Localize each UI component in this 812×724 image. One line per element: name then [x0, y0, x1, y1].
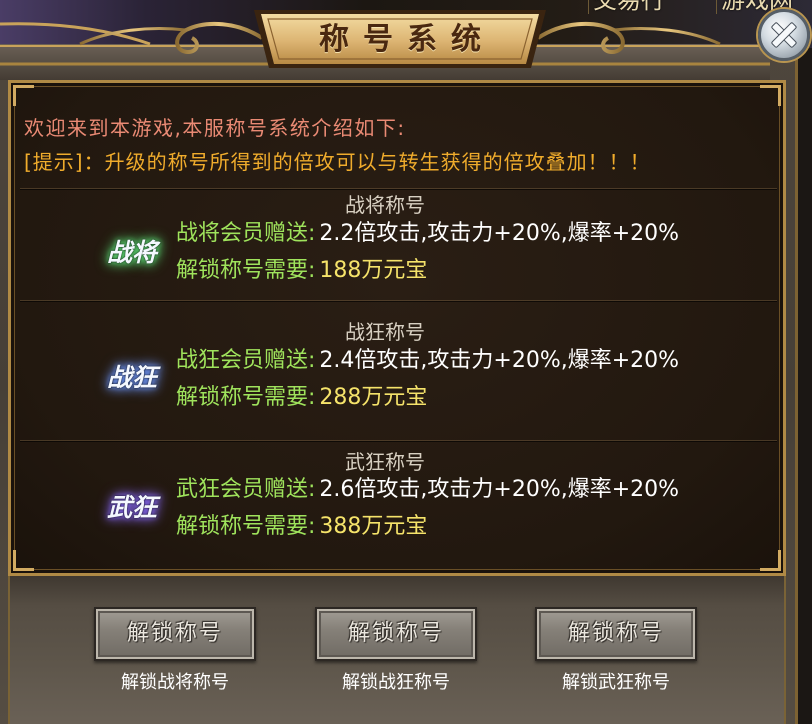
unlock-title-button-1[interactable]: 解锁称号 — [94, 607, 256, 661]
panel-corner-ornament — [13, 85, 34, 106]
gift-label: 武狂会员赠送: — [176, 477, 316, 502]
unlock-label: 解锁称号需要: — [176, 258, 316, 283]
unlock-title-button-2[interactable]: 解锁称号 — [315, 607, 477, 661]
title-badge-icon: 战将 — [106, 238, 157, 267]
unlock-cost: 388万元宝 — [319, 514, 428, 539]
title-badge-icon: 武狂 — [106, 493, 157, 522]
section-title: 战狂称号 — [345, 320, 425, 344]
unlock-cost: 288万元宝 — [319, 385, 428, 410]
gift-row: 战狂会员赠送: 2.4倍攻击,攻击力+20%,爆率+20% — [176, 347, 679, 375]
section-divider — [20, 188, 777, 189]
unlock-cost: 188万元宝 — [319, 258, 428, 283]
title-badge-icon: 战狂 — [106, 363, 157, 392]
header-wing-right — [613, 27, 721, 46]
gift-row: 战将会员赠送: 2.2倍攻击,攻击力+20%,爆率+20% — [176, 220, 679, 248]
panel-corner-ornament — [13, 550, 34, 571]
unlock-title-button-3[interactable]: 解锁称号 — [535, 607, 697, 661]
section-divider — [20, 300, 777, 301]
close-button[interactable] — [758, 9, 810, 61]
gift-value: 2.4倍攻击,攻击力+20%,爆率+20% — [319, 348, 680, 373]
dialog-title: 称号系统 — [319, 22, 495, 57]
unlock-cost-row: 解锁称号需要: 288万元宝 — [176, 384, 427, 412]
game-screen: 交易行 游戏网 称号系统 欢迎来到本游戏,本服称号系统介绍如下: [提示]：升级… — [0, 0, 812, 724]
unlock-label: 解锁称号需要: — [176, 514, 316, 539]
close-icon — [769, 20, 799, 50]
unlock-cost-row: 解锁称号需要: 388万元宝 — [176, 513, 427, 541]
panel-corner-ornament — [760, 85, 781, 106]
panel-corner-ornament — [760, 550, 781, 571]
gift-row: 武狂会员赠送: 2.6倍攻击,攻击力+20%,爆率+20% — [176, 476, 679, 504]
unlock-button-caption: 解锁战狂称号 — [342, 672, 450, 693]
gift-label: 战狂会员赠送: — [176, 348, 316, 373]
section-title: 战将称号 — [345, 193, 425, 217]
unlock-button-caption: 解锁武狂称号 — [562, 672, 670, 693]
gift-label: 战将会员赠送: — [176, 221, 316, 246]
gift-value: 2.6倍攻击,攻击力+20%,爆率+20% — [319, 477, 680, 502]
tip-text: [提示]：升级的称号所得到的倍攻可以与转生获得的倍攻叠加！！！ — [24, 150, 651, 174]
frame-arc-left — [0, 22, 151, 46]
gift-value: 2.2倍攻击,攻击力+20%,爆率+20% — [319, 221, 680, 246]
unlock-label: 解锁称号需要: — [176, 385, 316, 410]
section-divider — [20, 440, 777, 441]
unlock-button-caption: 解锁战将称号 — [121, 672, 229, 693]
unlock-cost-row: 解锁称号需要: 188万元宝 — [176, 257, 427, 285]
title-info-panel: 欢迎来到本游戏,本服称号系统介绍如下: [提示]：升级的称号所得到的倍攻可以与转… — [8, 80, 786, 576]
welcome-text: 欢迎来到本游戏,本服称号系统介绍如下: — [24, 116, 406, 140]
section-title: 武狂称号 — [345, 450, 425, 474]
